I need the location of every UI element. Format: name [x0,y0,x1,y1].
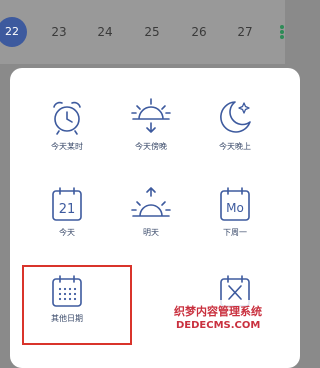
option-label: 今天傍晚 [135,142,167,151]
watermark-title: 织梦内容管理系统 [174,305,262,318]
calendar-day-number: 21 [59,202,76,217]
option-label: 今天某时 [51,142,83,151]
calendar-date-icon: 21 [52,187,82,221]
watermark-url: DEDECMS.COM [176,320,261,331]
option-today[interactable]: 21 今天 [27,186,107,238]
partial-edge-icon [280,25,284,39]
option-today-some-time[interactable]: 今天某时 [27,98,107,152]
watermark: 织梦内容管理系统 DEDECMS.COM [172,300,285,339]
option-label: 今天晚上 [219,142,251,151]
option-today-evening[interactable]: 今天傍晚 [111,98,191,152]
date-strip: 22 23 24 25 26 27 [0,0,285,64]
date-24[interactable]: 24 [85,17,125,47]
date-26[interactable]: 26 [179,17,219,47]
option-today-night[interactable]: 今天晚上 [195,98,275,152]
sunset-icon [131,98,171,133]
option-label: 明天 [143,228,159,237]
calendar-weekday-icon: Mo [220,187,250,221]
date-27[interactable]: 27 [225,17,265,47]
option-label: 下周一 [223,228,247,237]
date-25[interactable]: 25 [132,17,172,47]
date-22-selected[interactable]: 22 [0,17,27,47]
option-next-monday[interactable]: Mo 下周一 [195,186,275,238]
date-23[interactable]: 23 [39,17,79,47]
sunrise-icon [131,187,171,217]
highlight-box [22,265,132,345]
calendar-weekday-text: Mo [226,201,244,215]
option-tomorrow[interactable]: 明天 [111,186,191,238]
option-label: 今天 [59,228,75,237]
alarm-clock-icon [53,101,81,135]
moon-star-icon [220,101,251,133]
